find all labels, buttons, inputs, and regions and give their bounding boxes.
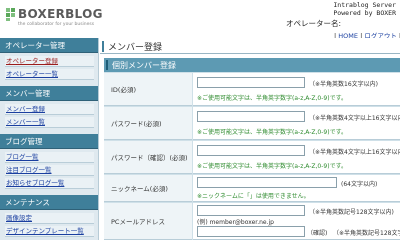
sidebar-item-notice-blog-list[interactable]: お知らせブログ一覧 xyxy=(5,178,94,189)
logo-mark-icon xyxy=(6,8,15,21)
main-content: メンバー登録 個別メンバー登録 ID(必須) （※半角英数16文字以内) ※ご使… xyxy=(100,38,400,240)
sidebar-item-member-list[interactable]: メンバー一覧 xyxy=(5,117,94,128)
password-confirm-label: パスワード（確認）(必須) xyxy=(104,141,192,174)
password-hint: （※半角英数4文字以上16文字以内) xyxy=(309,115,400,122)
operator-name-label: オペレーター名: xyxy=(286,19,342,28)
section-header: 個別メンバー登録 xyxy=(104,58,400,72)
nickname-label: ニックネーム(必須) xyxy=(104,175,192,202)
password-confirm-input[interactable] xyxy=(197,145,305,156)
id-hint: （※半角英数16文字以内) xyxy=(309,81,379,88)
nickname-hint: (64文字以内) xyxy=(341,181,378,188)
email-hint: （※半角英数記号128文字以内) xyxy=(309,209,394,216)
sidebar-item-operator-list[interactable]: オペレーター一覧 xyxy=(5,69,94,80)
form-row-password-confirm: パスワード（確認）(必須) （※半角英数4文字以上16文字以内) ※ご使用可能文… xyxy=(104,141,400,174)
sidebar-item-blog-list[interactable]: ブログ一覧 xyxy=(5,152,94,163)
member-form-section: 個別メンバー登録 ID(必須) （※半角英数16文字以内) ※ご使用可能文字は、… xyxy=(104,58,400,240)
email-example: (例) member@boxer.ne.jp xyxy=(197,219,274,226)
form-row-password: パスワード(必須) （※半角英数4文字以上16文字以内) ※ご使用可能文字は、半… xyxy=(104,107,400,140)
email-confirm-label: （確認) xyxy=(307,230,328,237)
sidebar-item-image-settings[interactable]: 画像設定 xyxy=(5,213,94,224)
logo-text: BOXERBLOG xyxy=(18,7,103,21)
sidebar-heading-maintenance: メンテナンス xyxy=(0,195,98,210)
email-label: PCメールアドレス xyxy=(104,203,192,240)
form-row-email: PCメールアドレス （※半角英数記号128文字以内) (例) member@bo… xyxy=(104,203,400,240)
powered-by: Intrablog Server Powered by BOXER xyxy=(333,1,396,17)
sidebar-item-featured-blog-list[interactable]: 注目ブログ一覧 xyxy=(5,165,94,176)
sidebar-heading-operator: オペレーター管理 xyxy=(0,38,98,53)
sidebar: オペレーター管理 オペレーター登録 オペレーター一覧 メンバー管理 メンバー登録… xyxy=(0,38,99,240)
password-confirm-hint: （※半角英数4文字以上16文字以内) xyxy=(309,149,400,156)
section-title: 個別メンバー登録 xyxy=(112,61,176,70)
id-label: ID(必須) xyxy=(104,73,192,106)
header: BOXERBLOG the collaborator for your busi… xyxy=(0,0,400,40)
powered-line-2: Powered by BOXER xyxy=(333,9,396,17)
nickname-note: ※ニックネームに「」は使用できません。 xyxy=(197,193,310,200)
email-confirm-hint: （※半角英数記号128文字以内) xyxy=(333,230,400,237)
password-note: ※ご使用可能文字は、半角英字数字(a-z,A-Z,0-9)です。 xyxy=(197,129,347,136)
sidebar-item-member-register[interactable]: メンバー登録 xyxy=(5,104,94,115)
password-input[interactable] xyxy=(197,111,305,122)
logo-tagline: the collaborator for your business xyxy=(18,22,95,27)
sidebar-heading-blog: ブログ管理 xyxy=(0,134,98,149)
sidebar-item-design-templates[interactable]: デザインテンプレート一覧 xyxy=(5,226,94,237)
powered-line-1: Intrablog Server xyxy=(333,1,396,9)
email-input[interactable] xyxy=(197,205,305,216)
sidebar-group-member: メンバー登録 メンバー一覧 xyxy=(0,101,98,134)
form-row-nickname: ニックネーム(必須) (64文字以内) ※ニックネームに「」は使用できません。 xyxy=(104,175,400,202)
sidebar-group-maintenance: 画像設定 デザインテンプレート一覧 xyxy=(0,210,98,240)
page-title: メンバー登録 xyxy=(108,43,163,53)
id-input[interactable] xyxy=(197,77,305,88)
email-confirm-input[interactable] xyxy=(197,226,305,237)
form-row-id: ID(必須) （※半角英数16文字以内) ※ご使用可能文字は、半角英字数字(a-… xyxy=(104,73,400,106)
sidebar-item-operator-register[interactable]: オペレーター登録 xyxy=(5,56,94,67)
nickname-input[interactable] xyxy=(197,177,337,188)
page-title-bar: メンバー登録 xyxy=(100,38,400,54)
sidebar-heading-member: メンバー管理 xyxy=(0,86,98,101)
id-note: ※ご使用可能文字は、半角英字数字(a-z,A-Z,0-9)です。 xyxy=(197,95,347,102)
password-label: パスワード(必須) xyxy=(104,107,192,140)
logo[interactable]: BOXERBLOG the collaborator for your busi… xyxy=(6,7,126,34)
sidebar-group-operator: オペレーター登録 オペレーター一覧 xyxy=(0,53,98,86)
sidebar-group-blog: ブログ一覧 注目ブログ一覧 お知らせブログ一覧 xyxy=(0,149,98,195)
password-confirm-note: ※ご使用可能文字は、半角英字数字(a-z,A-Z,0-9)です。 xyxy=(197,163,347,170)
